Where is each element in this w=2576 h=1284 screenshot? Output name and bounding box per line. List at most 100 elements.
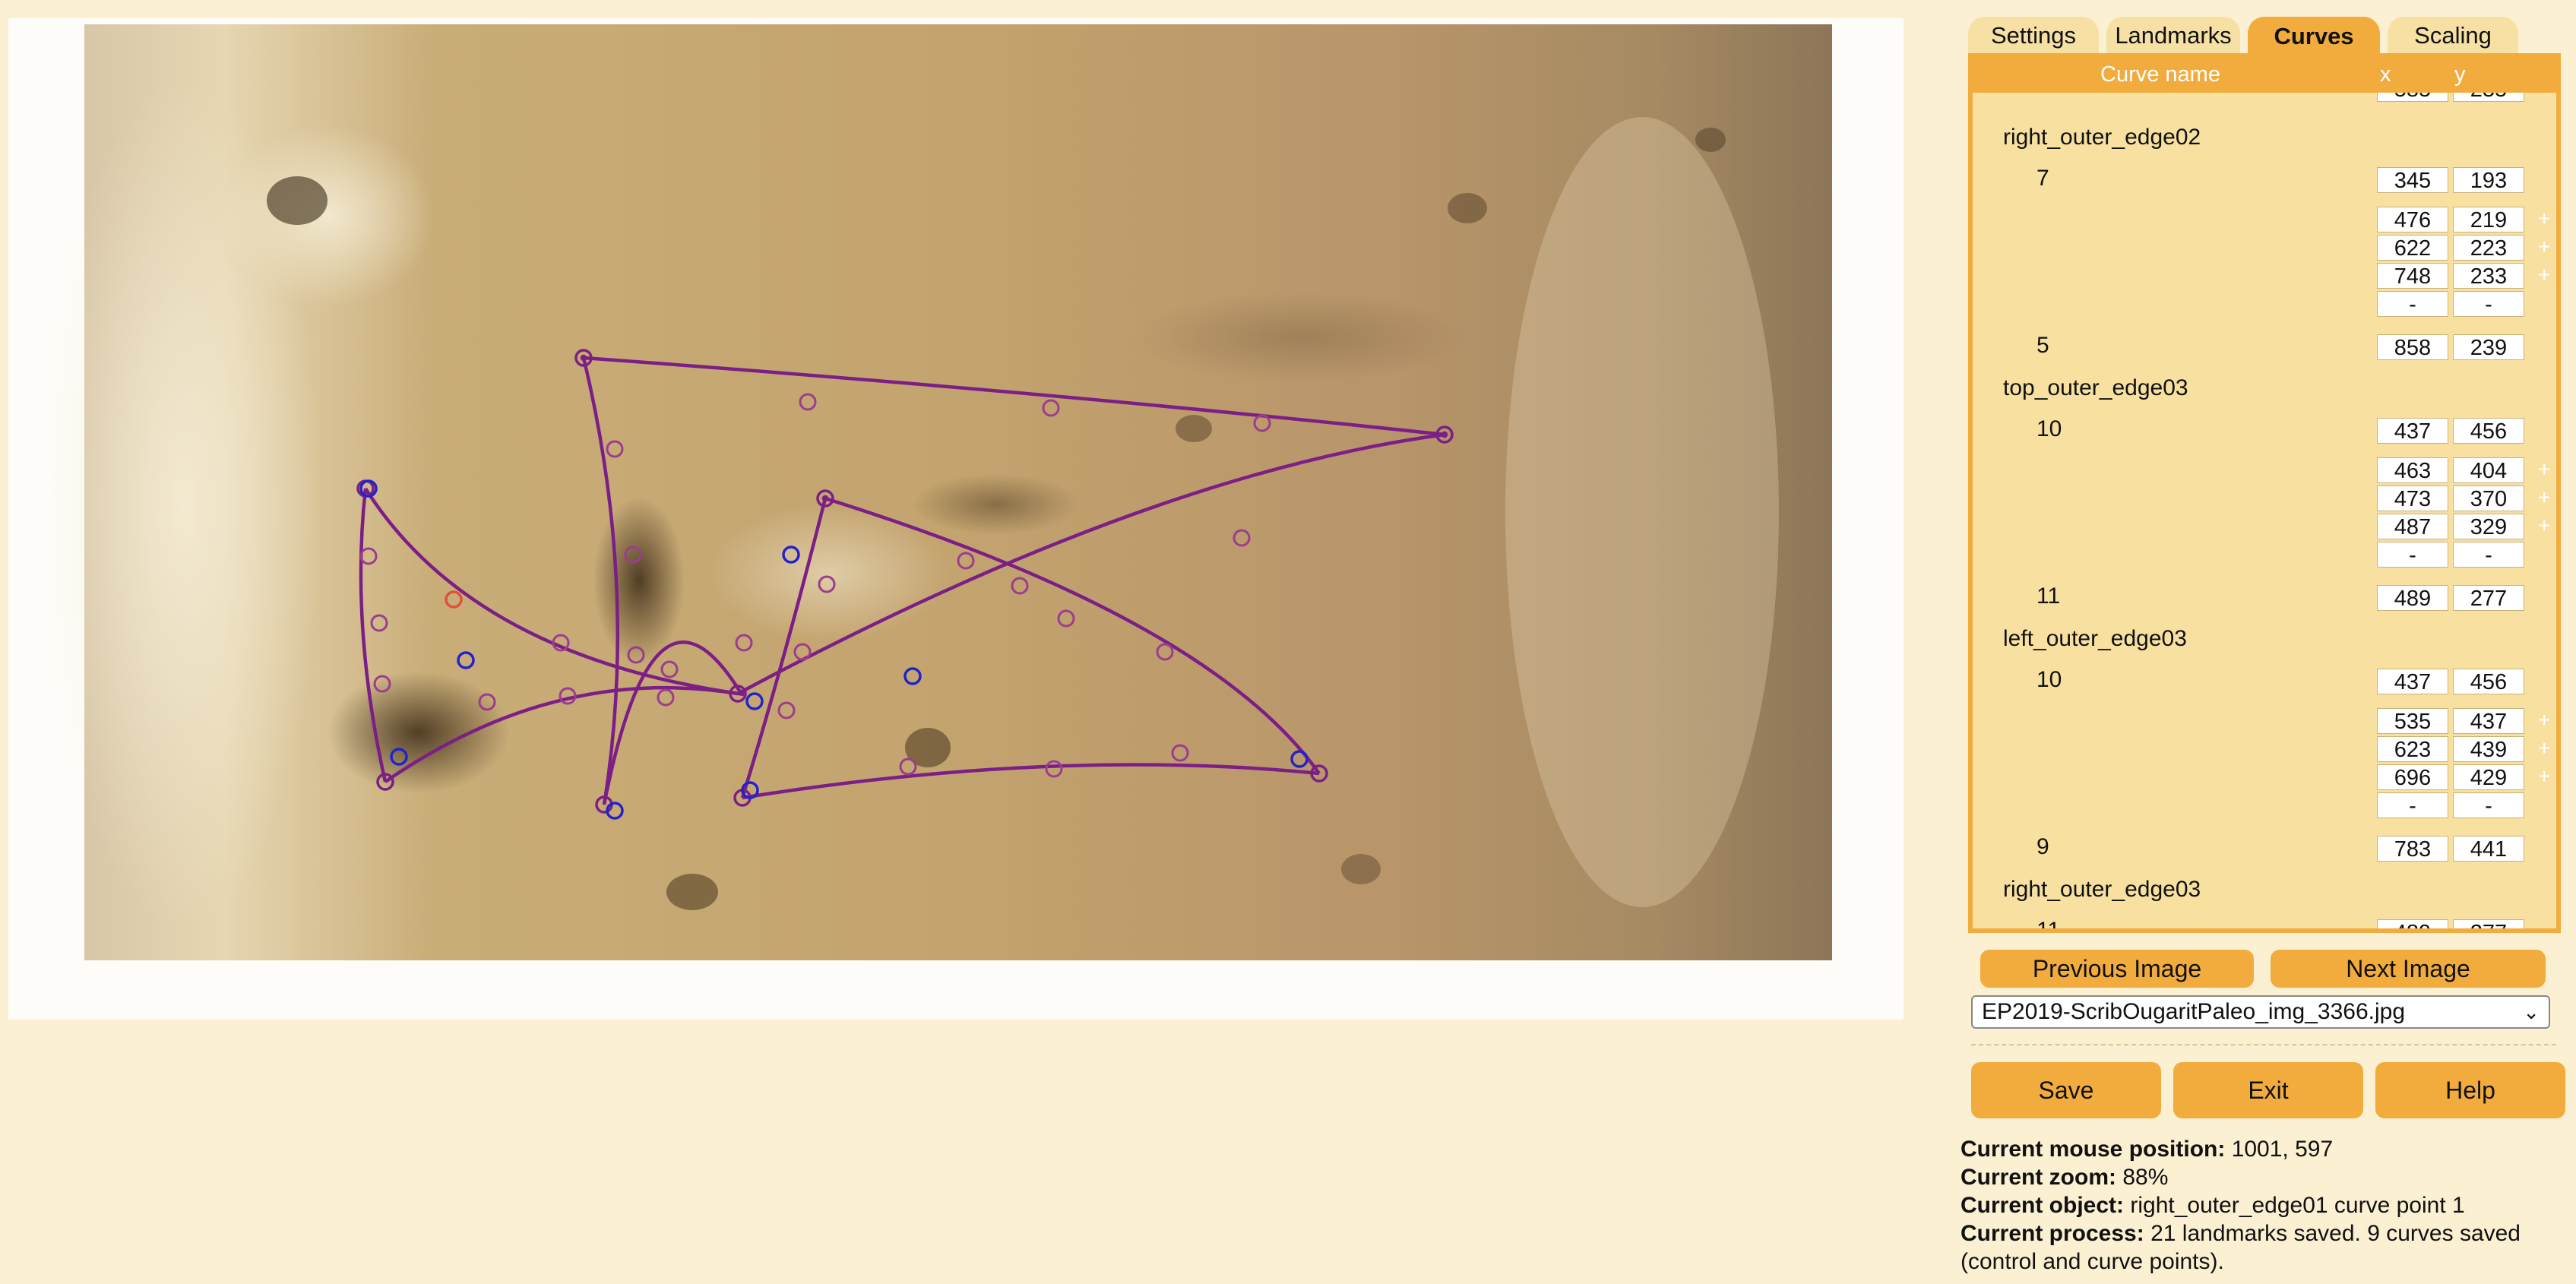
x-cell[interactable]: 535 <box>2377 708 2448 734</box>
column-y: y <box>2454 62 2466 87</box>
add-point-plus-icon[interactable]: + <box>2538 764 2550 789</box>
curves-list[interactable]: 585 235 right_outer_edge02 7 345 193 476… <box>1973 93 2556 928</box>
x-cell[interactable]: 476 <box>2377 207 2448 232</box>
curves-table-header: Curve name x y <box>1973 58 2556 93</box>
x-cell[interactable]: 858 <box>2377 334 2448 360</box>
exit-button[interactable]: Exit <box>2173 1062 2363 1118</box>
point-id: 5 <box>2036 333 2049 358</box>
tab-settings[interactable]: Settings <box>1968 17 2099 55</box>
empty-point-row: - - <box>1973 792 2556 820</box>
add-point-plus-icon[interactable]: + <box>2538 485 2550 510</box>
y-cell[interactable]: 235 <box>2453 93 2524 102</box>
curve-name: right_outer_edge02 <box>2003 125 2201 150</box>
help-button[interactable]: Help <box>2375 1062 2565 1118</box>
y-cell[interactable]: 441 <box>2453 836 2524 862</box>
y-cell[interactable]: 329 <box>2453 514 2524 539</box>
curve-name-row: top_outer_edge03 <box>1973 375 2556 403</box>
empty-point-row: - - <box>1973 291 2556 318</box>
control-point-row: 476 219 + <box>1973 207 2556 234</box>
next-image-button[interactable]: Next Image <box>2271 950 2546 988</box>
y-cell[interactable]: 370 <box>2453 485 2524 511</box>
status-panel: Current mouse position: 1001, 597 Curren… <box>1960 1135 2568 1276</box>
x-cell[interactable]: - <box>2377 792 2448 818</box>
curves-panel: Curve name x y 585 235 right_outer_edge0… <box>1968 53 2561 933</box>
y-cell[interactable]: - <box>2453 291 2524 317</box>
x-cell[interactable]: 489 <box>2377 585 2448 611</box>
zoom-value: 88% <box>2122 1165 2169 1190</box>
object-value: right_outer_edge01 curve point 1 <box>2130 1193 2465 1218</box>
x-cell[interactable]: 623 <box>2377 736 2448 762</box>
start-point-row: 10 437 456 <box>1973 416 2556 444</box>
x-cell[interactable]: 622 <box>2377 235 2448 261</box>
partial-row: 585 235 <box>1973 93 2556 103</box>
curve-name-row: right_outer_edge03 <box>1973 877 2556 904</box>
x-cell[interactable]: - <box>2377 542 2448 568</box>
y-cell[interactable]: 404 <box>2453 457 2524 483</box>
y-cell[interactable]: - <box>2453 792 2524 818</box>
annotation-canvas[interactable] <box>8 18 1904 1020</box>
y-cell[interactable]: 239 <box>2453 334 2524 360</box>
start-point-row: 11 489 277 <box>1973 918 2556 928</box>
mouse-position-value: 1001, 597 <box>2231 1137 2334 1162</box>
control-point-row: 463 404 + <box>1973 457 2556 485</box>
x-cell[interactable]: 437 <box>2377 669 2448 694</box>
tab-scaling[interactable]: Scaling <box>2388 17 2518 55</box>
x-cell[interactable]: 437 <box>2377 418 2448 444</box>
image-select[interactable]: EP2019-ScribOugaritPaleo_img_3366.jpg ⌄ <box>1971 995 2550 1029</box>
control-point-row: 748 233 + <box>1973 263 2556 290</box>
start-point-row: 7 345 193 <box>1973 166 2556 193</box>
x-cell[interactable]: - <box>2377 291 2448 317</box>
x-cell[interactable]: 487 <box>2377 514 2448 539</box>
point-id: 9 <box>2036 834 2049 859</box>
control-point-row: 623 439 + <box>1973 736 2556 764</box>
add-point-plus-icon[interactable]: + <box>2538 207 2550 231</box>
tab-curves[interactable]: Curves <box>2248 17 2380 56</box>
y-cell[interactable]: 219 <box>2453 207 2524 232</box>
y-cell[interactable]: 429 <box>2453 764 2524 790</box>
x-cell[interactable]: 585 <box>2377 93 2448 102</box>
zoom-line: Current zoom: 88% <box>1960 1163 2568 1191</box>
y-cell[interactable]: 277 <box>2453 919 2524 928</box>
add-point-plus-icon[interactable]: + <box>2538 708 2550 732</box>
x-cell[interactable]: 489 <box>2377 919 2448 928</box>
y-cell[interactable]: 456 <box>2453 669 2524 694</box>
add-point-plus-icon[interactable]: + <box>2538 736 2550 761</box>
add-point-plus-icon[interactable]: + <box>2538 457 2550 482</box>
divider <box>1971 1044 2556 1045</box>
y-cell[interactable]: 437 <box>2453 708 2524 734</box>
x-cell[interactable]: 473 <box>2377 485 2448 511</box>
tab-landmarks[interactable]: Landmarks <box>2106 17 2240 55</box>
point-id: 11 <box>2036 918 2060 928</box>
add-point-plus-icon[interactable]: + <box>2538 514 2550 538</box>
x-cell[interactable]: 463 <box>2377 457 2448 483</box>
image-select-value: EP2019-ScribOugaritPaleo_img_3366.jpg <box>1982 999 2406 1024</box>
mouse-position-label: Current mouse position: <box>1960 1137 2226 1162</box>
image-viewer[interactable] <box>8 18 1904 1020</box>
control-point-row: 535 437 + <box>1973 708 2556 735</box>
point-id: 7 <box>2036 166 2049 191</box>
y-cell[interactable]: 456 <box>2453 418 2524 444</box>
y-cell[interactable]: 439 <box>2453 736 2524 762</box>
x-cell[interactable]: 345 <box>2377 167 2448 193</box>
object-line: Current object: right_outer_edge01 curve… <box>1960 1191 2568 1219</box>
x-cell[interactable]: 783 <box>2377 836 2448 862</box>
x-cell[interactable]: 696 <box>2377 764 2448 790</box>
add-point-plus-icon[interactable]: + <box>2538 263 2550 287</box>
y-cell[interactable]: 223 <box>2453 235 2524 261</box>
curve-name-row: left_outer_edge03 <box>1973 626 2556 653</box>
curve-name: top_outer_edge03 <box>2003 375 2188 400</box>
end-point-row: 11 489 277 <box>1973 583 2556 611</box>
control-point-row: 622 223 + <box>1973 235 2556 262</box>
previous-image-button[interactable]: Previous Image <box>1980 950 2254 988</box>
start-point-row: 10 437 456 <box>1973 667 2556 694</box>
y-cell[interactable]: 193 <box>2453 167 2524 193</box>
y-cell[interactable]: - <box>2453 542 2524 568</box>
empty-point-row: - - <box>1973 542 2556 569</box>
add-point-plus-icon[interactable]: + <box>2538 235 2550 259</box>
y-cell[interactable]: 233 <box>2453 263 2524 289</box>
x-cell[interactable]: 748 <box>2377 263 2448 289</box>
save-button[interactable]: Save <box>1971 1062 2161 1118</box>
y-cell[interactable]: 277 <box>2453 585 2524 611</box>
column-curve-name: Curve name <box>2100 62 2220 87</box>
process-line: Current process: 21 landmarks saved. 9 c… <box>1960 1219 2568 1276</box>
